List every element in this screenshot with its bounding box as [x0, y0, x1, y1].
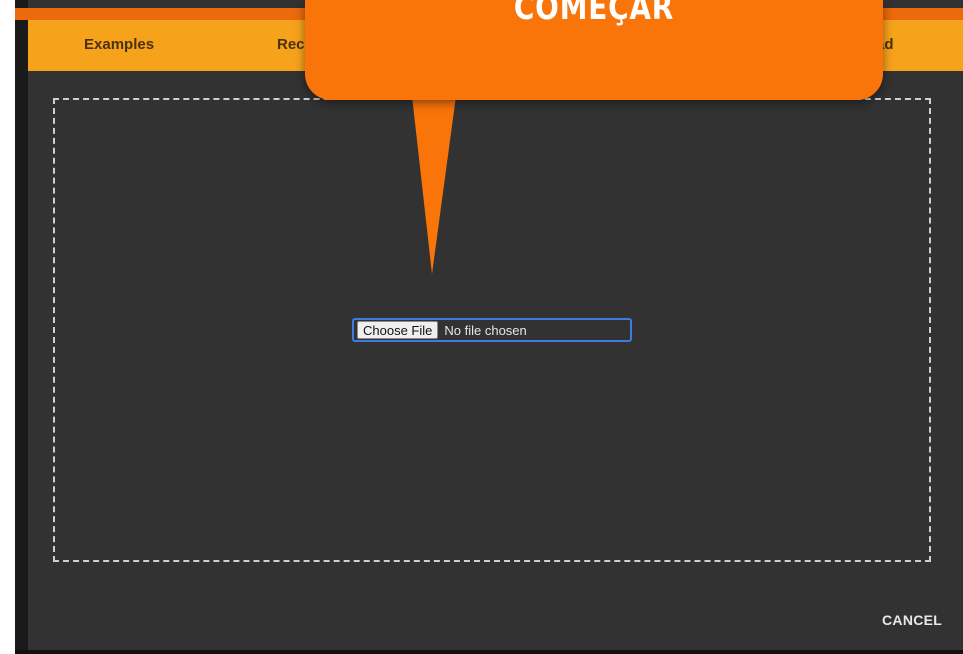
file-status-text: No file chosen [444, 322, 527, 338]
tab-recent[interactable]: Rec [277, 36, 305, 53]
page-margin [0, 0, 15, 654]
file-input[interactable]: Choose File No file chosen [352, 318, 632, 342]
choose-file-button[interactable]: Choose File [357, 321, 439, 339]
cancel-button[interactable]: CANCEL [882, 612, 942, 628]
tab-examples[interactable]: Examples [84, 36, 154, 53]
callout-title: COMEÇAR [513, 0, 675, 28]
callout-pointer [412, 96, 456, 274]
tutorial-callout[interactable]: COMEÇAR [305, 0, 883, 100]
page: Examples Rec ad Choose File No file chos… [0, 0, 963, 654]
dialog-bottom-border [15, 650, 963, 654]
dialog-edge [15, 0, 28, 650]
